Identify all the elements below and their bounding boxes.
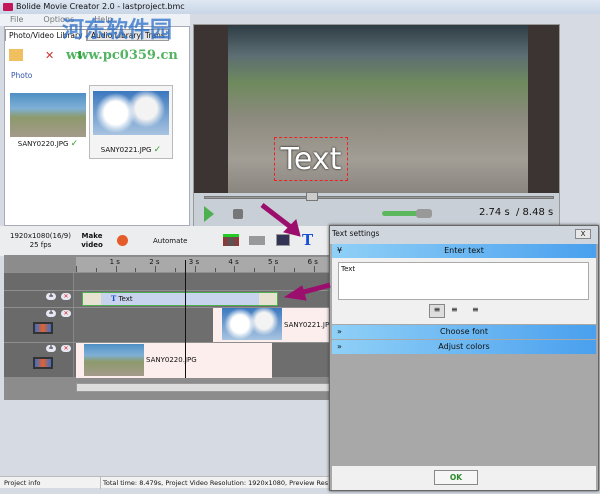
arrow-head — [283, 285, 307, 301]
watermark-cn: 河东软件园 — [62, 17, 173, 43]
arrow-to-text-clip — [299, 282, 331, 296]
annotation-arrows — [260, 203, 331, 301]
watermark-url: www.pc0359.cn — [66, 48, 178, 63]
arrow-to-text-tool — [260, 203, 294, 230]
